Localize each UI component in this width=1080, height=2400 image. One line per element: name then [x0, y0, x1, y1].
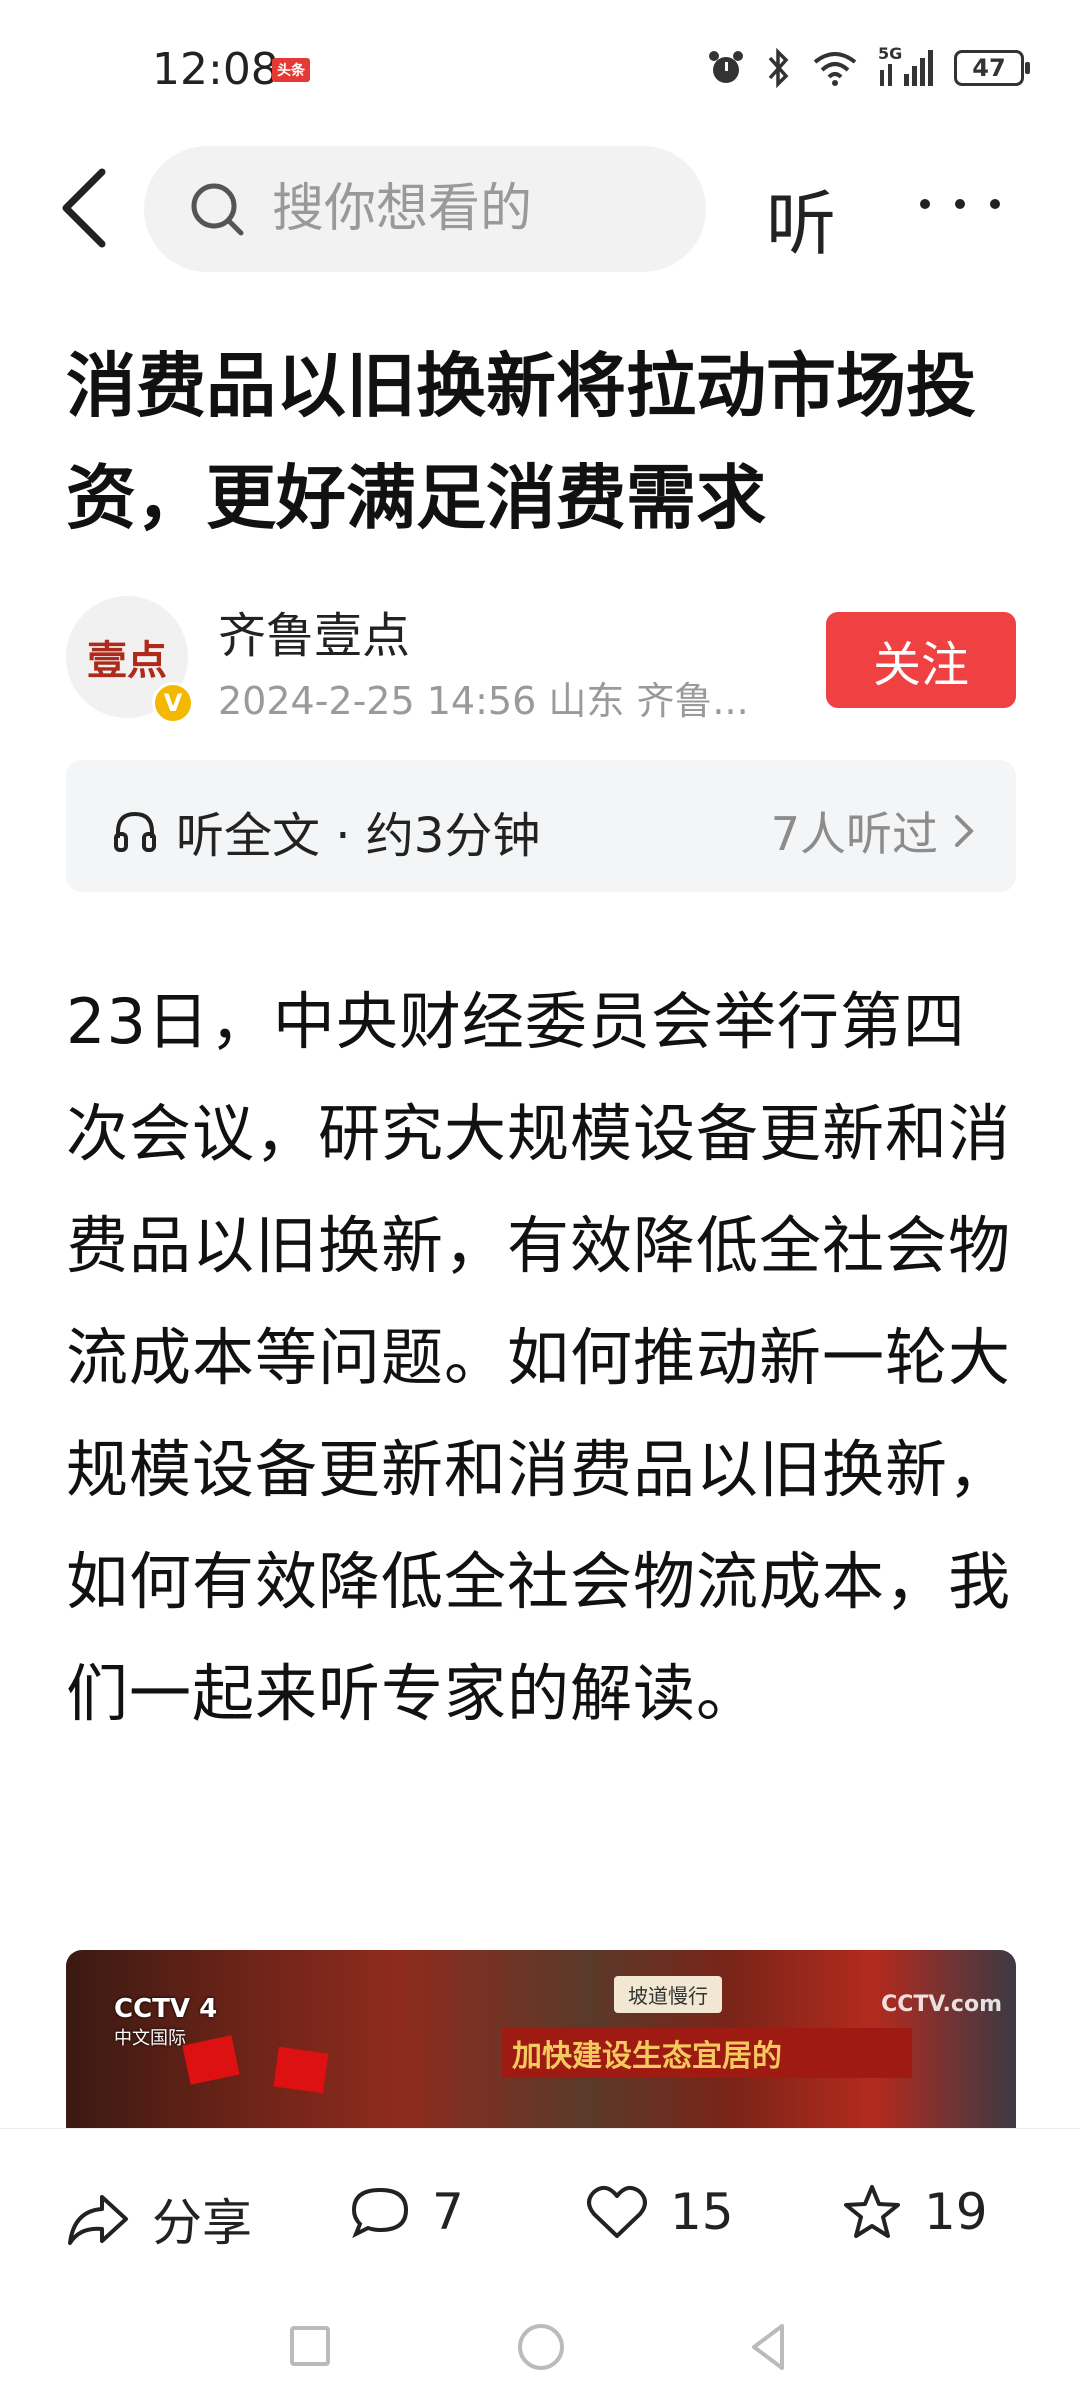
- like-button[interactable]: 15: [586, 2183, 734, 2241]
- author-name[interactable]: 齐鲁壹点: [218, 596, 410, 666]
- comment-icon: [351, 2187, 409, 2239]
- alarm-icon: [709, 51, 743, 83]
- audio-label: 听全文 · 约3分钟: [176, 808, 541, 864]
- red-banner: 加快建设生态宜居的: [502, 2028, 912, 2078]
- star-icon: [844, 2185, 900, 2238]
- status-bar: 12:08 头条 5G 47: [0, 0, 1080, 120]
- wifi-icon: [813, 52, 857, 86]
- audio-label-group: 听全文 · 约3分钟: [110, 796, 540, 866]
- comment-count: 7: [432, 2183, 464, 2241]
- comment-button[interactable]: 7: [350, 2183, 464, 2241]
- audio-listeners-group: 7人听过: [771, 798, 976, 864]
- favorite-button[interactable]: 19: [842, 2183, 988, 2241]
- listeners-count: 7人听过: [770, 807, 938, 861]
- article-image[interactable]: CCTV 4 中文国际 坡道慢行 加快建设生态宜居的 CCTV.com: [66, 1950, 1016, 2130]
- cctv-watermark-text: CCTV 4: [114, 1994, 218, 2024]
- more-options-icon[interactable]: [920, 176, 1000, 232]
- search-icon: [191, 183, 244, 236]
- battery-indicator: 47: [954, 50, 1030, 86]
- avatar-logo-text: 壹点: [87, 638, 167, 684]
- author-meta: 2024-2-25 14:56 山东 齐鲁...: [218, 679, 749, 723]
- street-sign: 坡道慢行: [614, 1976, 722, 2013]
- like-count: 15: [670, 2183, 734, 2241]
- chevron-right-icon: [955, 815, 974, 847]
- share-button[interactable]: 分享: [66, 2183, 252, 2255]
- listen-button[interactable]: 听: [766, 168, 836, 269]
- follow-button[interactable]: 关注: [826, 612, 1016, 708]
- recent-apps-icon[interactable]: [290, 2326, 330, 2366]
- home-icon[interactable]: [518, 2324, 564, 2370]
- status-time: 12:08: [152, 44, 279, 95]
- flag-shape: [273, 2046, 329, 2094]
- cctv-right-watermark: CCTV.com: [881, 1992, 1002, 2017]
- status-icons: 5G 47: [706, 44, 1030, 88]
- system-nav-bar: [0, 2300, 1080, 2400]
- heart-icon: [587, 2185, 647, 2238]
- cctv-watermark-sub: 中文国际: [114, 2028, 186, 2049]
- top-nav: 听: [0, 140, 1080, 280]
- article-title: 消费品以旧换新将拉动市场投资，更好满足消费需求: [66, 345, 976, 539]
- article-body: 23日，中央财经委员会举行第四次会议，研究大规模设备更新和消费品以旧换新，有效降…: [66, 985, 1012, 1730]
- author-row: 壹点 V 齐鲁壹点 2024-2-25 14:56 山东 齐鲁... 关注: [66, 596, 1016, 724]
- search-bar[interactable]: [144, 146, 706, 272]
- favorite-count: 19: [924, 2183, 988, 2241]
- back-arrow-icon[interactable]: [56, 166, 116, 250]
- news-badge: 头条: [272, 58, 310, 82]
- nav-back-icon[interactable]: [748, 2322, 788, 2372]
- search-input[interactable]: [270, 178, 654, 240]
- action-bar: 分享 7 15 19: [0, 2128, 1080, 2299]
- cctv-watermark: CCTV 4 中文国际: [114, 1994, 217, 2050]
- share-label: 分享: [152, 2194, 252, 2252]
- author-avatar[interactable]: 壹点 V: [66, 596, 194, 724]
- listen-full-text-bar[interactable]: 听全文 · 约3分钟 7人听过: [66, 760, 1016, 892]
- share-icon: [68, 2195, 128, 2245]
- bluetooth-icon: [768, 48, 789, 88]
- verified-badge: V: [152, 682, 194, 724]
- headphones-icon: [114, 811, 156, 852]
- signal-icon: 5G: [878, 44, 934, 88]
